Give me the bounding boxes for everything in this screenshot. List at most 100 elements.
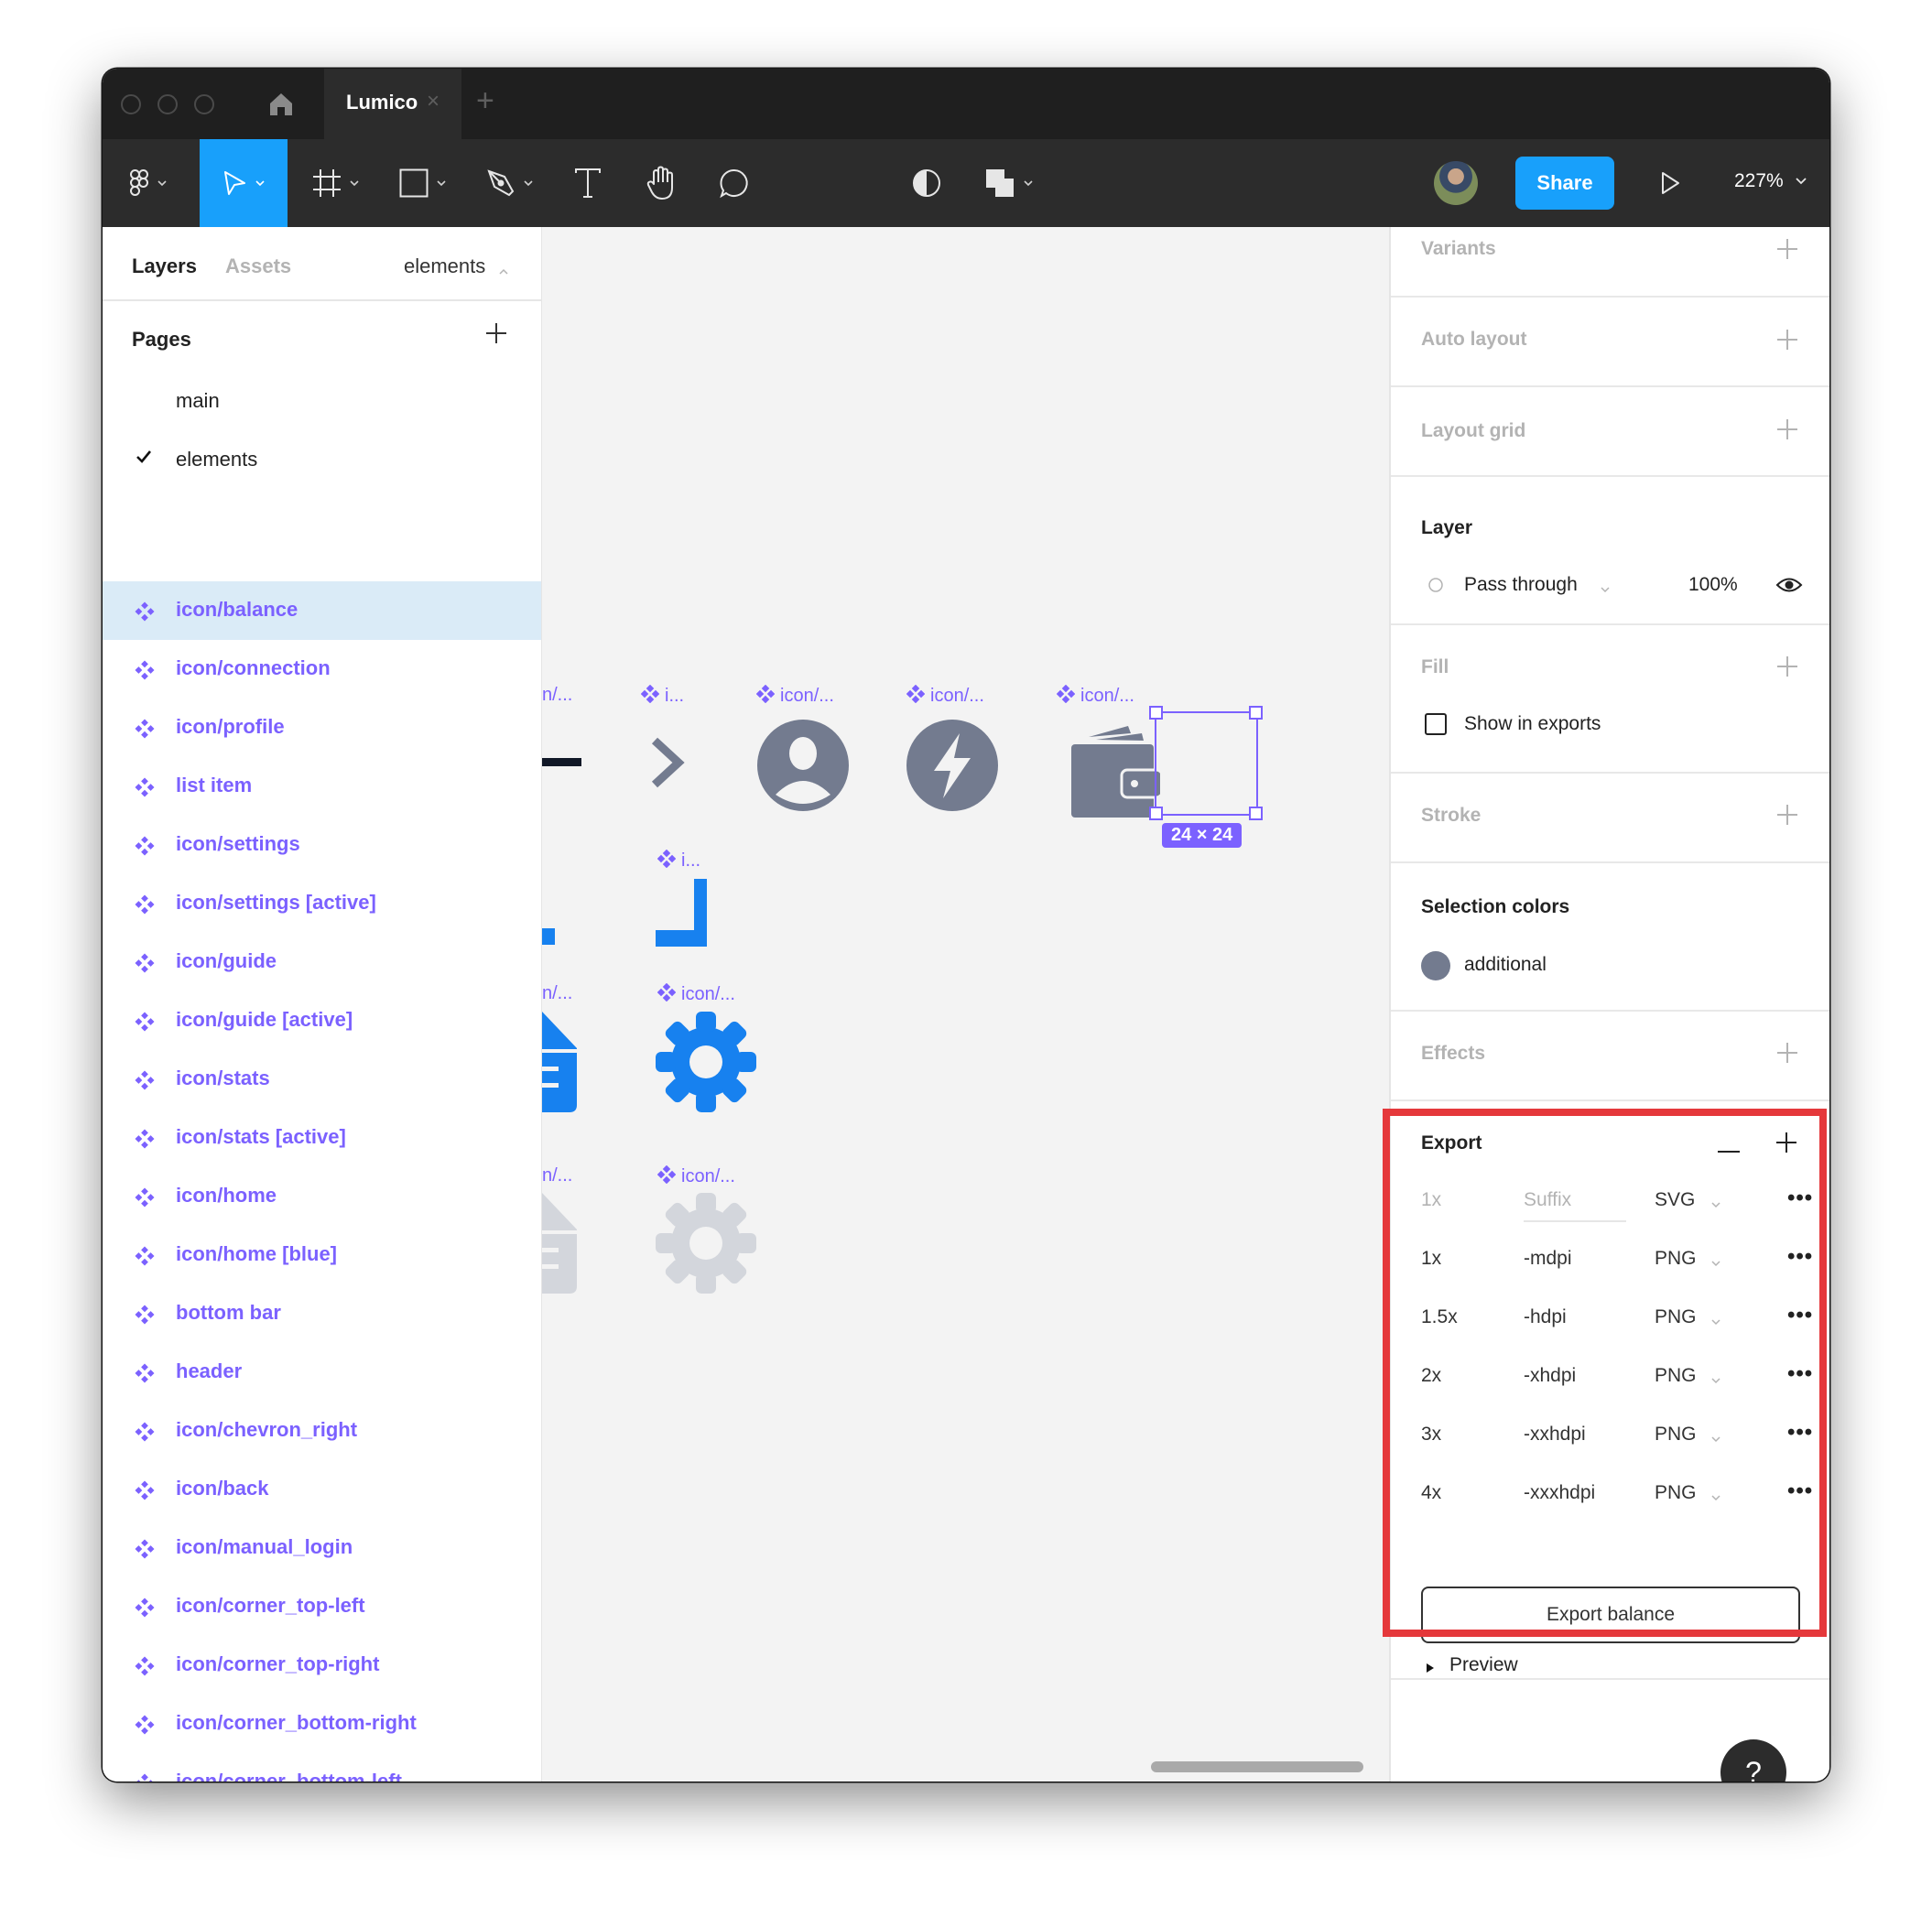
share-button[interactable]: Share [1515, 157, 1614, 210]
more-options-button[interactable]: ••• [1787, 1420, 1813, 1446]
page-selector[interactable]: elements [404, 255, 485, 278]
user-avatar[interactable] [1434, 161, 1478, 205]
file-tab[interactable]: Lumico × [324, 69, 461, 139]
export-scale-input[interactable]: 4x [1421, 1482, 1441, 1504]
layer-row[interactable]: icon/corner_bottom-right [103, 1695, 541, 1753]
pen-tool-button[interactable] [478, 139, 542, 227]
corner-bottom-right-icon[interactable] [656, 879, 707, 951]
add-fill-button[interactable] [1776, 655, 1798, 682]
canvas-component-label[interactable]: i... [657, 849, 700, 873]
rectangle-tool-button[interactable] [391, 139, 455, 227]
export-format-dropdown[interactable]: PNG [1655, 1365, 1697, 1387]
remove-export-button[interactable] [1718, 1142, 1740, 1158]
more-options-button[interactable]: ••• [1787, 1186, 1813, 1211]
comment-tool-button[interactable] [707, 139, 762, 227]
guide-document-icon-active[interactable] [542, 1012, 579, 1117]
boolean-operations-button[interactable] [972, 139, 1046, 227]
main-menu-button[interactable] [112, 139, 185, 227]
layer-row[interactable]: bottom bar [103, 1284, 541, 1343]
selection-box[interactable] [1155, 711, 1258, 816]
settings-gear-icon-active[interactable] [656, 1012, 756, 1117]
back-arrow-icon-partial[interactable] [542, 758, 581, 766]
resize-handle-top-left[interactable] [1149, 706, 1163, 720]
add-effect-button[interactable] [1776, 1042, 1798, 1068]
resize-handle-bottom-left[interactable] [1149, 807, 1163, 820]
export-format-dropdown[interactable]: PNG [1655, 1306, 1697, 1328]
present-play-icon[interactable] [1659, 170, 1681, 200]
close-window-button[interactable] [121, 94, 141, 114]
resize-handle-bottom-right[interactable] [1249, 807, 1263, 820]
layer-row[interactable]: icon/guide [103, 933, 541, 991]
new-tab-button[interactable]: + [476, 83, 494, 119]
layer-row[interactable]: icon/corner_top-right [103, 1636, 541, 1695]
close-tab-icon[interactable]: × [427, 89, 440, 114]
home-icon[interactable] [267, 91, 295, 118]
canvas-component-label[interactable]: n/... [542, 685, 572, 706]
layer-row[interactable]: icon/settings [active] [103, 874, 541, 933]
add-auto-layout-button[interactable] [1776, 329, 1798, 355]
export-scale-input[interactable]: 2x [1421, 1365, 1441, 1387]
export-format-dropdown[interactable]: SVG [1655, 1189, 1695, 1211]
export-scale-input[interactable]: 3x [1421, 1424, 1441, 1446]
export-suffix-input[interactable]: -xxhdpi [1524, 1424, 1586, 1446]
zoom-level-dropdown[interactable]: 227% [1734, 170, 1784, 192]
settings-gear-icon[interactable] [656, 1193, 756, 1298]
canvas-component-label[interactable]: icon/... [657, 1164, 735, 1189]
add-stroke-button[interactable] [1776, 804, 1798, 830]
export-suffix-input[interactable]: -hdpi [1524, 1306, 1567, 1328]
layer-row[interactable]: list item [103, 757, 541, 816]
export-scale-input[interactable]: 1x [1421, 1248, 1441, 1270]
layer-row[interactable]: icon/guide [active] [103, 991, 541, 1050]
color-swatch[interactable] [1421, 951, 1450, 980]
canvas-component-label[interactable]: icon/... [1056, 684, 1134, 709]
canvas-component-label[interactable]: n/... [542, 983, 572, 1004]
export-scale-input[interactable]: 1.5x [1421, 1306, 1458, 1328]
canvas-component-label[interactable]: icon/... [906, 684, 984, 709]
preview-toggle[interactable]: Preview [1449, 1654, 1518, 1676]
layer-row[interactable]: icon/corner_bottom-left [103, 1753, 541, 1782]
layer-row[interactable]: icon/home [103, 1167, 541, 1226]
export-balance-button[interactable]: Export balance [1421, 1587, 1800, 1643]
profile-icon[interactable] [757, 720, 849, 816]
eye-visibility-icon[interactable] [1775, 575, 1803, 600]
layer-row[interactable]: icon/profile [103, 699, 541, 757]
maximize-window-button[interactable] [194, 94, 214, 114]
connection-lightning-icon[interactable] [906, 720, 998, 816]
canvas-component-label[interactable]: icon/... [657, 982, 735, 1007]
more-options-button[interactable]: ••• [1787, 1303, 1813, 1328]
corner-bottom-left-icon-partial[interactable] [542, 928, 555, 945]
layer-row[interactable]: icon/back [103, 1460, 541, 1519]
layer-row[interactable]: icon/chevron_right [103, 1402, 541, 1460]
text-tool-button[interactable] [560, 139, 615, 227]
canvas-horizontal-scrollbar[interactable] [1151, 1761, 1363, 1772]
layer-row[interactable]: icon/stats [103, 1050, 541, 1109]
layer-row[interactable]: icon/settings [103, 816, 541, 874]
add-layout-grid-button[interactable] [1776, 418, 1798, 445]
mask-button[interactable] [899, 139, 954, 227]
opacity-value[interactable]: 100% [1688, 574, 1738, 596]
layer-row[interactable]: icon/connection [103, 640, 541, 699]
layer-row[interactable]: icon/corner_top-left [103, 1577, 541, 1636]
minimize-window-button[interactable] [157, 94, 178, 114]
export-suffix-input[interactable]: Suffix [1524, 1189, 1626, 1222]
export-format-dropdown[interactable]: PNG [1655, 1482, 1697, 1504]
canvas-component-label[interactable]: n/... [542, 1165, 572, 1186]
layer-row[interactable]: icon/manual_login [103, 1519, 541, 1577]
layer-row[interactable]: icon/stats [active] [103, 1109, 541, 1167]
layer-row[interactable]: icon/balance [103, 581, 541, 640]
page-item-main[interactable]: main [103, 374, 541, 426]
export-format-dropdown[interactable]: PNG [1655, 1424, 1697, 1446]
export-suffix-input[interactable]: -xhdpi [1524, 1365, 1576, 1387]
layer-row[interactable]: icon/home [blue] [103, 1226, 541, 1284]
chevron-right-icon[interactable] [649, 735, 686, 795]
export-suffix-input[interactable]: -xxxhdpi [1524, 1482, 1595, 1504]
canvas[interactable]: n/... i... icon/... icon/... icon/... 24… [542, 227, 1389, 1782]
more-options-button[interactable]: ••• [1787, 1478, 1813, 1504]
wallet-balance-icon[interactable] [1069, 726, 1164, 822]
tab-assets[interactable]: Assets [225, 255, 291, 278]
hand-tool-button[interactable] [634, 139, 689, 227]
export-format-dropdown[interactable]: PNG [1655, 1248, 1697, 1270]
resize-handle-top-right[interactable] [1249, 706, 1263, 720]
color-style-name[interactable]: additional [1464, 954, 1547, 976]
move-tool-button[interactable] [200, 139, 288, 227]
